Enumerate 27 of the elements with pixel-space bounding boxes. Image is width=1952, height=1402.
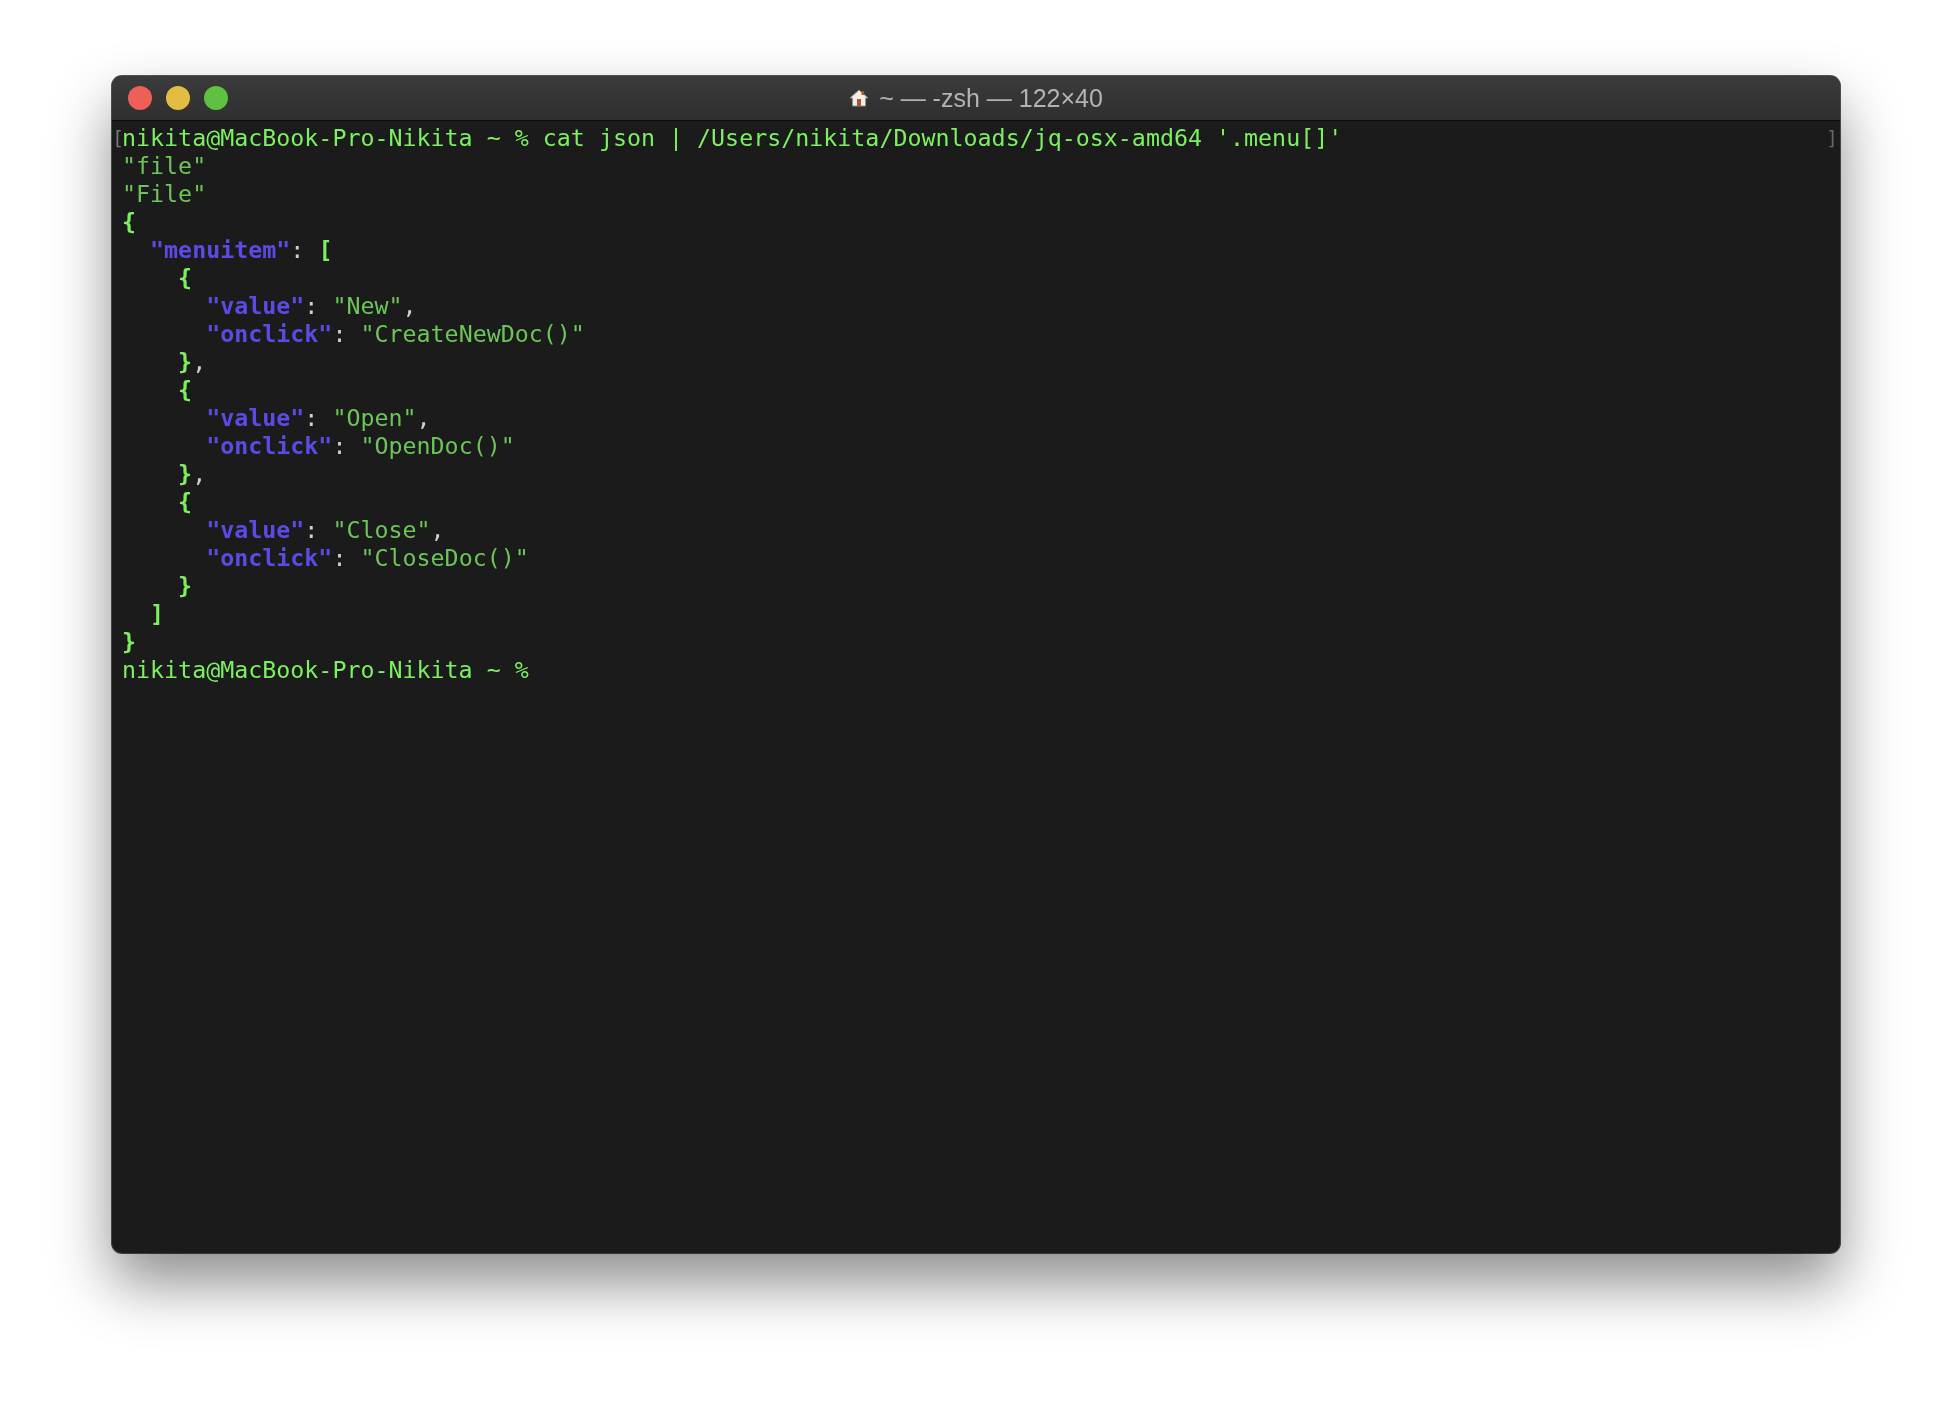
output-line: { <box>177 264 193 292</box>
output-line: "value": "Open", <box>205 404 431 432</box>
zoom-button[interactable] <box>204 86 228 110</box>
mark-bracket: [ <box>112 125 122 152</box>
output-line: ] <box>149 600 165 628</box>
prompt-line: nikita@MacBook-Pro-Nikita ~ % cat json | /Users/nikita/Downloads/jq-osx-amd64 '.menu[]' <box>122 124 1343 152</box>
output-line: { <box>177 488 193 516</box>
mark-bracket: ] <box>1825 125 1838 152</box>
output-line: "onclick": "OpenDoc()" <box>205 432 515 460</box>
output-line: { <box>177 376 193 404</box>
close-button[interactable] <box>128 86 152 110</box>
output-line: "value": "New", <box>205 292 417 320</box>
output-line: } <box>122 628 137 656</box>
output-line: }, <box>177 460 207 488</box>
prompt-line: nikita@MacBook-Pro-Nikita ~ % <box>122 656 529 684</box>
output-line: "file" <box>122 152 207 180</box>
output-line: { <box>122 208 137 236</box>
window-title: ~ — -zsh — 122×40 <box>879 83 1103 113</box>
output-line: "onclick": "CloseDoc()" <box>205 544 529 572</box>
house-icon <box>849 88 870 108</box>
output-line: "File" <box>122 180 207 208</box>
output-line: "value": "Close", <box>205 516 445 544</box>
output-line: } <box>177 572 193 600</box>
output-line: }, <box>177 348 207 376</box>
minimize-button[interactable] <box>166 86 190 110</box>
output-line: "menuitem": [ <box>149 236 333 264</box>
output-line: "onclick": "CreateNewDoc()" <box>205 320 585 348</box>
